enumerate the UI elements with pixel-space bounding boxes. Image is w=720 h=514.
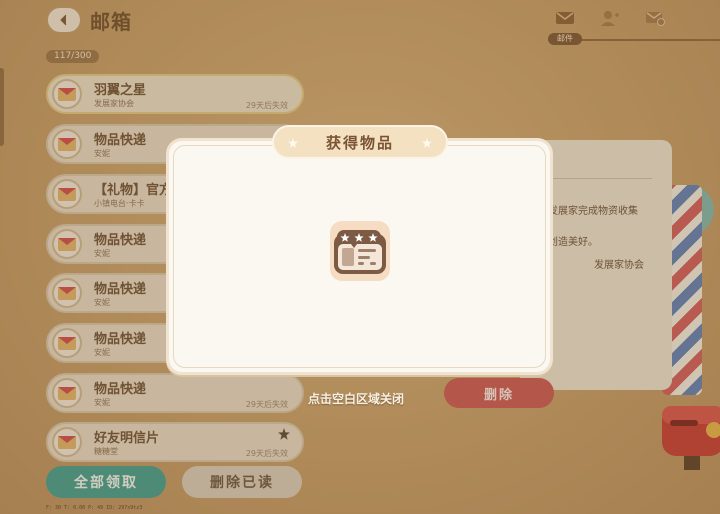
star-icon xyxy=(422,138,432,148)
popup-title: 获得物品 xyxy=(325,133,394,152)
tap-to-close-hint: 点击空白区域关闭 xyxy=(308,392,405,406)
star-icon xyxy=(288,138,298,148)
popup-title-tab: 获得物品 xyxy=(272,125,448,159)
reward-ticket-icon[interactable] xyxy=(329,220,391,282)
